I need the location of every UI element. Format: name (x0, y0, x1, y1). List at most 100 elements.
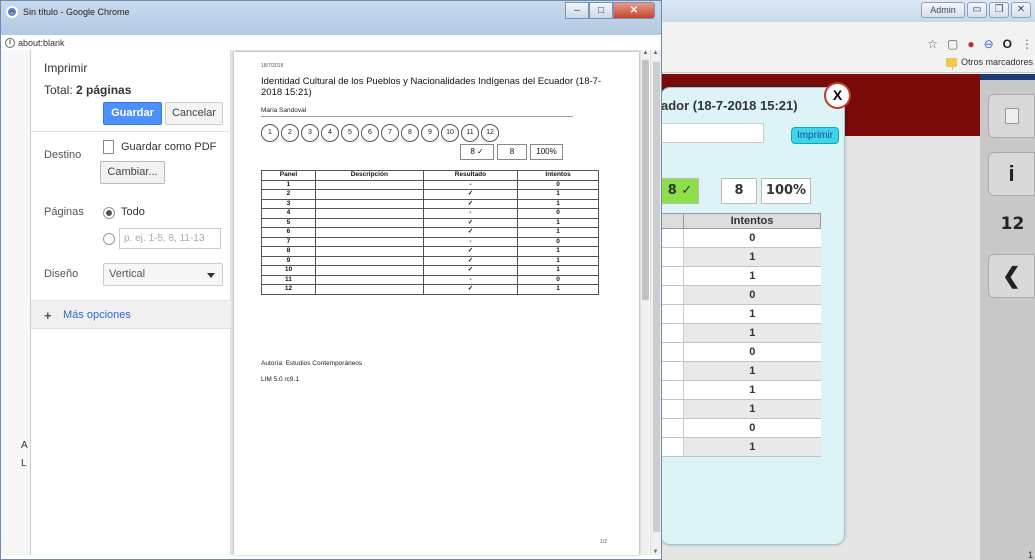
scroll-up-icon[interactable]: ▲ (642, 50, 649, 56)
more-options-toggle[interactable]: + Más opciones (31, 300, 231, 329)
address-bar[interactable]: i about:blank (5, 36, 655, 50)
save-button[interactable]: Guardar (103, 102, 162, 125)
blank-page-button[interactable] (988, 94, 1035, 138)
document-icon (103, 140, 114, 154)
chevron-down-icon (207, 273, 215, 278)
scrollbar-thumb[interactable] (642, 60, 649, 300)
dialog-print-button[interactable]: Imprimir (791, 127, 839, 144)
table-cell: 0 (517, 274, 599, 285)
layout-label: Diseño (44, 268, 79, 280)
panel-circle: 1 (261, 124, 279, 142)
table-cell: 1 (683, 361, 821, 381)
scroll-up-icon[interactable]: ▲ (652, 50, 659, 56)
panel-circle: 11 (461, 124, 479, 142)
dialog-close-button[interactable]: X (824, 82, 851, 109)
user-badge[interactable]: Admin (921, 2, 965, 18)
table-cell: ✓ (422, 189, 519, 200)
star-icon[interactable]: ☆ (927, 37, 938, 51)
bookmark-folder-other[interactable]: Otros marcadores (945, 57, 1033, 67)
layout-select[interactable]: Vertical (103, 263, 223, 286)
table-cell: 1 (261, 179, 316, 190)
table-cell: 1 (517, 246, 599, 257)
window-scrollbar[interactable]: ▲ ▼ (650, 50, 661, 555)
table-cell: 0 (683, 342, 821, 362)
print-title: Imprimir (44, 61, 88, 75)
table-header: Panel (261, 170, 316, 181)
window-controls: – □ ✕ (565, 2, 655, 19)
table-cell: 0 (517, 236, 599, 247)
table-cell: 1 (683, 266, 821, 286)
extension-o-icon[interactable]: O (1003, 37, 1012, 51)
table-cell (314, 208, 424, 219)
layout-select-value: Vertical (109, 268, 146, 280)
table-cell (314, 198, 424, 209)
table-cell: 7 (261, 236, 316, 247)
table-cell-lead (661, 266, 684, 286)
preview-page: 18/7/2018 Identidad Cultural de los Pueb… (234, 52, 639, 555)
table-row: 0 (661, 418, 821, 438)
info-icon[interactable]: i (5, 38, 15, 48)
dialog-results-table: Intentos 011011011101 (661, 213, 821, 457)
info-button[interactable]: i (988, 152, 1035, 196)
minimize-icon[interactable]: ▭ (967, 2, 987, 18)
table-cell (314, 265, 424, 276)
table-row: 3 ✓ 1 (261, 198, 599, 209)
preview-results-table: Panel Descripción Resultado Intentos 1-0 2 ✓ 1… (261, 170, 599, 295)
table-row: 7 -0 (261, 236, 599, 247)
maximize-icon[interactable]: □ (589, 2, 613, 19)
panel-circle: 5 (341, 124, 359, 142)
close-icon[interactable]: ✕ (1011, 2, 1031, 18)
blocker-extension-icon[interactable]: ⊖ (984, 37, 994, 51)
table-cell: ✓ (422, 227, 519, 238)
table-row: 5 ✓ 1 (261, 217, 599, 228)
table-cell (314, 255, 424, 266)
minimize-icon[interactable]: – (565, 2, 589, 19)
divider (31, 131, 231, 132)
panel-circle: 8 (401, 124, 419, 142)
restore-icon[interactable]: ❐ (989, 2, 1009, 18)
table-row: 1 (661, 361, 821, 381)
dialog-name-input[interactable] (661, 123, 764, 143)
table-header-lead (661, 213, 684, 229)
table-cell: 0 (517, 179, 599, 190)
table-cell: 1 (683, 323, 821, 343)
extension-icon[interactable]: ▢ (947, 37, 958, 51)
table-row: 1 (661, 399, 821, 419)
scrollbar-thumb[interactable] (653, 62, 660, 532)
panel-circle: 6 (361, 124, 379, 142)
pages-all-label: Todo (121, 206, 145, 218)
table-cell: ✓ (422, 198, 519, 209)
table-cell: - (422, 236, 519, 247)
table-cell-lead (661, 228, 684, 248)
table-cell: 1 (517, 227, 599, 238)
table-cell: 1 (517, 198, 599, 209)
pages-all-radio[interactable] (103, 207, 115, 219)
chevron-left-icon: ❮ (1002, 263, 1021, 288)
table-cell: 1 (683, 247, 821, 267)
table-row: 0 (661, 228, 821, 248)
shield-extension-icon[interactable]: ● (967, 37, 974, 51)
panel-circle: 2 (281, 124, 299, 142)
close-icon[interactable]: ✕ (613, 2, 655, 19)
pages-custom-radio[interactable] (103, 233, 115, 245)
table-cell-lead (661, 380, 684, 400)
pages-custom-input[interactable]: p. ej. 1-5, 8, 11-13 (119, 228, 221, 249)
table-cell (314, 284, 424, 295)
sliver-mark-l: L (21, 458, 27, 469)
window-title: Sin título - Google Chrome (23, 7, 130, 17)
cancel-button[interactable]: Cancelar (165, 102, 223, 125)
table-cell: 0 (683, 418, 821, 438)
back-button[interactable]: ❮ (988, 254, 1035, 298)
table-row: 1 -0 (261, 179, 599, 190)
table-cell-lead (661, 285, 684, 305)
panel-circle: 9 (421, 124, 439, 142)
scroll-down-icon[interactable]: ▼ (652, 549, 659, 555)
table-cell-lead (661, 418, 684, 438)
menu-icon[interactable]: ⋮ (1021, 37, 1033, 51)
folder-icon (945, 57, 957, 67)
table-cell: 1 (517, 255, 599, 266)
preview-scrollbar[interactable]: ▲ (640, 50, 649, 555)
change-destination-button[interactable]: Cambiar... (100, 161, 165, 184)
table-cell: 0 (683, 228, 821, 248)
info-icon: i (1008, 161, 1015, 186)
